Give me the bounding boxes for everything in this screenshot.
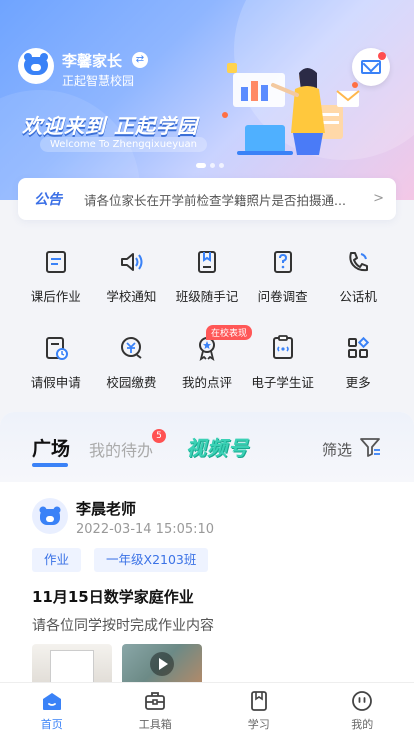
grid-item-homework[interactable]: 课后作业 — [18, 240, 94, 326]
nav-home[interactable]: 首页 — [0, 683, 104, 736]
more-grid-icon — [344, 334, 372, 362]
grid-item-payment[interactable]: 校园缴费 — [94, 326, 170, 412]
play-icon — [150, 652, 174, 676]
grid-item-label: 班级随手记 — [175, 289, 239, 304]
grid-item-leave[interactable]: 请假申请 — [18, 326, 94, 412]
notice-bar[interactable]: 公告 请各位家长在开学前检查学籍照片是否拍摄通... > — [18, 178, 396, 220]
feature-row: 课后作业 学校通知 班级随手记 问卷调查 公话机 — [18, 240, 396, 326]
post-author: 李晨老师 — [76, 500, 137, 518]
payment-icon — [117, 334, 145, 362]
user-name: 李馨家长 — [62, 52, 123, 70]
carousel-dot — [210, 163, 215, 168]
profile-icon — [352, 691, 373, 711]
grid-item-phone[interactable]: 公话机 — [320, 240, 396, 326]
grid-item-label: 请假申请 — [30, 375, 81, 390]
grid-item-label: 学校通知 — [106, 289, 157, 304]
nav-label: 首页 — [40, 718, 63, 731]
grid-item-notice[interactable]: 学校通知 — [94, 240, 170, 326]
chevron-right-icon: > — [373, 191, 384, 206]
user-avatar[interactable] — [18, 48, 54, 84]
homework-paper-thumbnail — [50, 650, 94, 682]
post-category-chip[interactable]: 作业 — [32, 548, 82, 572]
author-avatar[interactable] — [32, 498, 68, 534]
home-banner[interactable]: 李馨家长 ⇄ 正起智慧校园 欢迎来到 正起学园 Welcome To Zheng… — [0, 0, 414, 200]
grid-item-label: 我的点评 — [181, 375, 232, 390]
nav-profile[interactable]: 我的 — [311, 683, 414, 736]
grid-item-label: 更多 — [345, 375, 371, 390]
post-title: 11月15日数学家庭作业 — [32, 588, 194, 606]
switch-account-icon[interactable]: ⇄ — [132, 52, 148, 68]
post-video[interactable] — [122, 644, 202, 682]
leave-icon — [42, 334, 70, 362]
grid-item-label: 公话机 — [339, 289, 377, 304]
todo-count-badge: 5 — [152, 429, 166, 443]
nav-label: 我的 — [351, 718, 374, 731]
grid-item-label: 问卷调查 — [257, 289, 308, 304]
carousel-dot — [196, 163, 206, 168]
post-card[interactable]: 李晨老师 2022-03-14 15:05:10 作业 一年级X2103班 11… — [18, 484, 396, 682]
post-class-chip[interactable]: 一年级X2103班 — [94, 548, 209, 572]
home-icon — [42, 693, 61, 710]
nav-toolbox[interactable]: 工具箱 — [104, 683, 208, 736]
phone-icon — [344, 248, 372, 276]
banner-illustration — [222, 63, 360, 155]
book-icon — [250, 691, 267, 711]
feature-grid: 课后作业 学校通知 班级随手记 问卷调查 公话机 请假申请 校园缴费 我的点评 … — [18, 240, 396, 412]
welcome-title: 欢迎来到 正起学园 — [22, 114, 198, 138]
note-icon — [193, 248, 221, 276]
post-image[interactable] — [32, 644, 112, 682]
feed-section: 广场 我的待办 5 视频号 筛选 李晨老师 2022-03-14 15:05:1… — [0, 412, 414, 682]
nav-label: 工具箱 — [138, 718, 172, 731]
post-description: 请各位同学按时完成作业内容 — [32, 618, 214, 634]
bottom-nav: 首页 工具箱 学习 我的 — [0, 682, 414, 736]
tab-plaza[interactable]: 广场 — [32, 434, 70, 467]
bear-avatar-icon — [24, 53, 48, 75]
grid-item-class-notes[interactable]: 班级随手记 — [169, 240, 245, 326]
post-time: 2022-03-14 15:05:10 — [76, 522, 215, 537]
welcome-subtitle: Welcome To Zhengqixueyuan — [40, 137, 207, 152]
grid-item-more[interactable]: 更多 — [320, 326, 396, 412]
homework-icon — [42, 248, 70, 276]
student-card-icon — [269, 334, 297, 362]
bear-avatar-icon — [39, 506, 61, 525]
carousel-dot — [219, 163, 224, 168]
carousel-indicator — [196, 163, 224, 168]
survey-icon — [269, 248, 297, 276]
performance-tag: 在校表现 — [206, 325, 253, 340]
grid-item-label: 电子学生证 — [251, 375, 314, 390]
grid-item-label: 课后作业 — [30, 289, 81, 304]
grid-item-student-card[interactable]: 电子学生证 — [245, 326, 321, 412]
notice-text: 请各位家长在开学前检查学籍照片是否拍摄通... — [84, 192, 346, 208]
unread-dot — [378, 52, 386, 60]
notice-tag: 公告 — [34, 192, 62, 208]
grid-item-label: 校园缴费 — [106, 375, 157, 390]
feed-tabs: 广场 我的待办 5 视频号 筛选 — [0, 412, 414, 482]
grid-item-survey[interactable]: 问卷调查 — [245, 240, 321, 326]
speaker-icon — [117, 248, 145, 276]
school-name: 正起智慧校园 — [62, 74, 135, 88]
filter-icon[interactable] — [358, 435, 382, 459]
filter-button[interactable]: 筛选 — [322, 439, 352, 460]
nav-study[interactable]: 学习 — [207, 683, 311, 736]
nav-label: 学习 — [247, 718, 270, 731]
tab-my-todo[interactable]: 我的待办 — [89, 437, 153, 461]
toolbox-icon — [145, 692, 166, 710]
tab-video[interactable]: 视频号 — [186, 432, 249, 461]
